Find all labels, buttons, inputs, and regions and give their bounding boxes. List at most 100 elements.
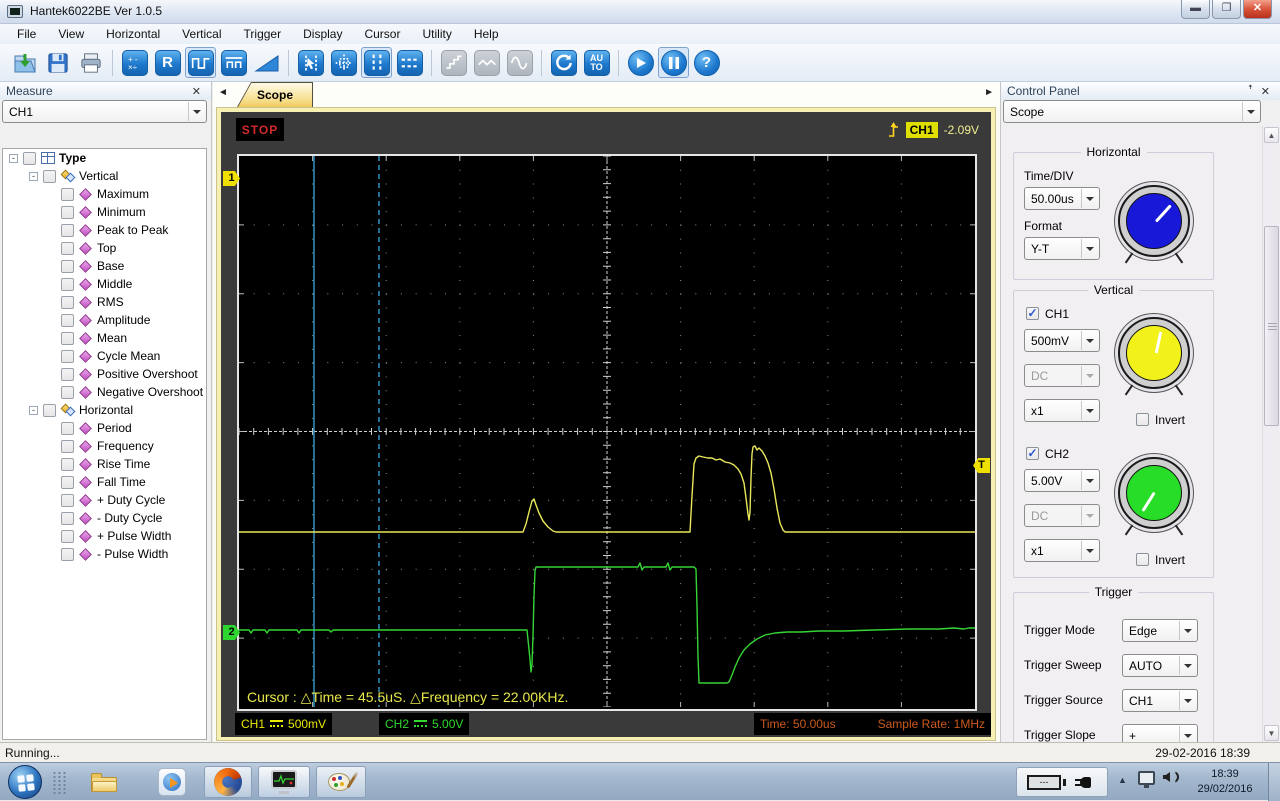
- ch2-probe-select[interactable]: x1: [1024, 539, 1100, 562]
- tree-item-minimum[interactable]: Minimum: [3, 203, 206, 221]
- tree-item-top[interactable]: Top: [3, 239, 206, 257]
- tree-checkbox[interactable]: [61, 511, 74, 525]
- tree-item-base[interactable]: Base: [3, 257, 206, 275]
- trigger-mode-select[interactable]: Edge: [1122, 619, 1198, 642]
- tree-checkbox[interactable]: [61, 331, 74, 345]
- tree-checkbox[interactable]: [61, 223, 74, 237]
- ch1-position-knob[interactable]: [1118, 317, 1190, 396]
- tree-checkbox[interactable]: [61, 385, 74, 399]
- trigger-slope-select[interactable]: +: [1122, 724, 1198, 742]
- close-icon[interactable]: ✕: [1257, 85, 1274, 98]
- tab-scope[interactable]: Scope: [237, 82, 313, 107]
- show-desktop-button[interactable]: [1268, 763, 1280, 801]
- tree-item-negative-overshoot[interactable]: Negative Overshoot: [3, 383, 206, 401]
- hidden-icons-button[interactable]: ▲: [1118, 775, 1127, 785]
- tree-item-middle[interactable]: Middle: [3, 275, 206, 293]
- tree-checkbox[interactable]: [61, 295, 74, 309]
- menu-item-help[interactable]: Help: [463, 25, 510, 43]
- pause-button[interactable]: [658, 47, 689, 78]
- tree-checkbox[interactable]: [61, 259, 74, 273]
- vertical-cursors-button[interactable]: [361, 47, 392, 78]
- taskbar-app-media-player[interactable]: [152, 766, 192, 798]
- ch1-probe-select[interactable]: x1: [1024, 399, 1100, 422]
- tree-checkbox[interactable]: [61, 439, 74, 453]
- ch1-enable-checkbox[interactable]: ✓: [1026, 307, 1039, 320]
- tree-item-maximum[interactable]: Maximum: [3, 185, 206, 203]
- restore-button[interactable]: ❐: [1212, 0, 1241, 19]
- tree-checkbox[interactable]: [61, 349, 74, 363]
- tree-checkbox[interactable]: [43, 403, 56, 417]
- math-button[interactable]: + - ×÷: [119, 47, 150, 78]
- tree-item-period[interactable]: Period: [3, 419, 206, 437]
- tree-item-type[interactable]: - Type: [3, 149, 206, 167]
- timediv-select[interactable]: 50.00us: [1024, 187, 1100, 210]
- network-icon[interactable]: [1138, 771, 1155, 788]
- square-wave-alt-button[interactable]: [218, 47, 249, 78]
- tree-item-rise-time[interactable]: Rise Time: [3, 455, 206, 473]
- tree-item--pulse-width[interactable]: + Pulse Width: [3, 527, 206, 545]
- tree-checkbox[interactable]: [61, 241, 74, 255]
- ch2-enable-checkbox[interactable]: ✓: [1026, 447, 1039, 460]
- menu-item-cursor[interactable]: Cursor: [353, 25, 411, 43]
- ch1-invert-checkbox[interactable]: [1136, 413, 1149, 426]
- tree-item--duty-cycle[interactable]: - Duty Cycle: [3, 509, 206, 527]
- ch2-position-knob[interactable]: [1118, 457, 1190, 536]
- start-button[interactable]: [8, 765, 42, 799]
- menu-item-utility[interactable]: Utility: [411, 25, 462, 43]
- tree-item-peak-to-peak[interactable]: Peak to Peak: [3, 221, 206, 239]
- save-file-button[interactable]: [42, 47, 73, 78]
- tree-checkbox[interactable]: [61, 493, 74, 507]
- scope-display[interactable]: Cursor : △Time = 45.5uS. △Frequency = 22…: [237, 154, 977, 711]
- menu-item-vertical[interactable]: Vertical: [171, 25, 232, 43]
- grid-cursors-button[interactable]: [328, 47, 359, 78]
- tree-checkbox[interactable]: [61, 205, 74, 219]
- tab-scroll-right-icon[interactable]: ►: [984, 87, 994, 98]
- taskbar-clock[interactable]: 18:39 29/02/2016: [1186, 767, 1264, 797]
- tree-item-fall-time[interactable]: Fall Time: [3, 473, 206, 491]
- menu-item-trigger[interactable]: Trigger: [233, 25, 293, 43]
- panel-mode-select[interactable]: Scope: [1003, 100, 1261, 123]
- measure-channel-select[interactable]: CH1: [2, 100, 207, 123]
- tree-item-cycle-mean[interactable]: Cycle Mean: [3, 347, 206, 365]
- menu-item-file[interactable]: File: [6, 25, 47, 43]
- tree-item--duty-cycle[interactable]: + Duty Cycle: [3, 491, 206, 509]
- autoset-button[interactable]: AU TO: [581, 47, 612, 78]
- open-file-button[interactable]: [9, 47, 40, 78]
- tree-item-mean[interactable]: Mean: [3, 329, 206, 347]
- tree-checkbox[interactable]: [61, 421, 74, 435]
- ch1-range-select[interactable]: 500mV: [1024, 329, 1100, 352]
- run-button[interactable]: [625, 47, 656, 78]
- horizontal-cursors-button[interactable]: [394, 47, 425, 78]
- tree-item-horizontal[interactable]: - Horizontal: [3, 401, 206, 419]
- menu-item-display[interactable]: Display: [292, 25, 353, 43]
- menu-item-view[interactable]: View: [47, 25, 95, 43]
- tree-item-frequency[interactable]: Frequency: [3, 437, 206, 455]
- tab-scroll-left-icon[interactable]: ◄: [218, 87, 228, 98]
- taskbar-app-paint[interactable]: [316, 766, 366, 798]
- tree-item-positive-overshoot[interactable]: Positive Overshoot: [3, 365, 206, 383]
- taskbar-app-explorer[interactable]: [84, 766, 124, 798]
- tree-checkbox[interactable]: [61, 277, 74, 291]
- battery-tray-button[interactable]: ---: [1016, 767, 1108, 797]
- tree-checkbox[interactable]: [61, 475, 74, 489]
- refresh-button[interactable]: [548, 47, 579, 78]
- tree-expander-icon[interactable]: -: [9, 153, 18, 163]
- tree-item-rms[interactable]: RMS: [3, 293, 206, 311]
- tree-item-amplitude[interactable]: Amplitude: [3, 311, 206, 329]
- minimize-button[interactable]: ▬: [1181, 0, 1210, 19]
- tree-checkbox[interactable]: [61, 529, 74, 543]
- scroll-up-icon[interactable]: ▲: [1264, 127, 1279, 143]
- close-button[interactable]: ✕: [1243, 0, 1272, 19]
- ch2-range-select[interactable]: 5.00V: [1024, 469, 1100, 492]
- ch2-invert-checkbox[interactable]: [1136, 553, 1149, 566]
- tree-checkbox[interactable]: [61, 457, 74, 471]
- format-select[interactable]: Y-T: [1024, 237, 1100, 260]
- menu-item-horizontal[interactable]: Horizontal: [95, 25, 171, 43]
- tree-checkbox[interactable]: [61, 547, 74, 561]
- taskbar-app-firefox[interactable]: [204, 766, 252, 798]
- trigger-sweep-select[interactable]: AUTO: [1122, 654, 1198, 677]
- tree-checkbox[interactable]: [43, 169, 56, 183]
- scrollbar-thumb[interactable]: [1264, 226, 1279, 426]
- tree-expander-icon[interactable]: -: [29, 405, 38, 415]
- timebase-knob[interactable]: [1118, 185, 1190, 264]
